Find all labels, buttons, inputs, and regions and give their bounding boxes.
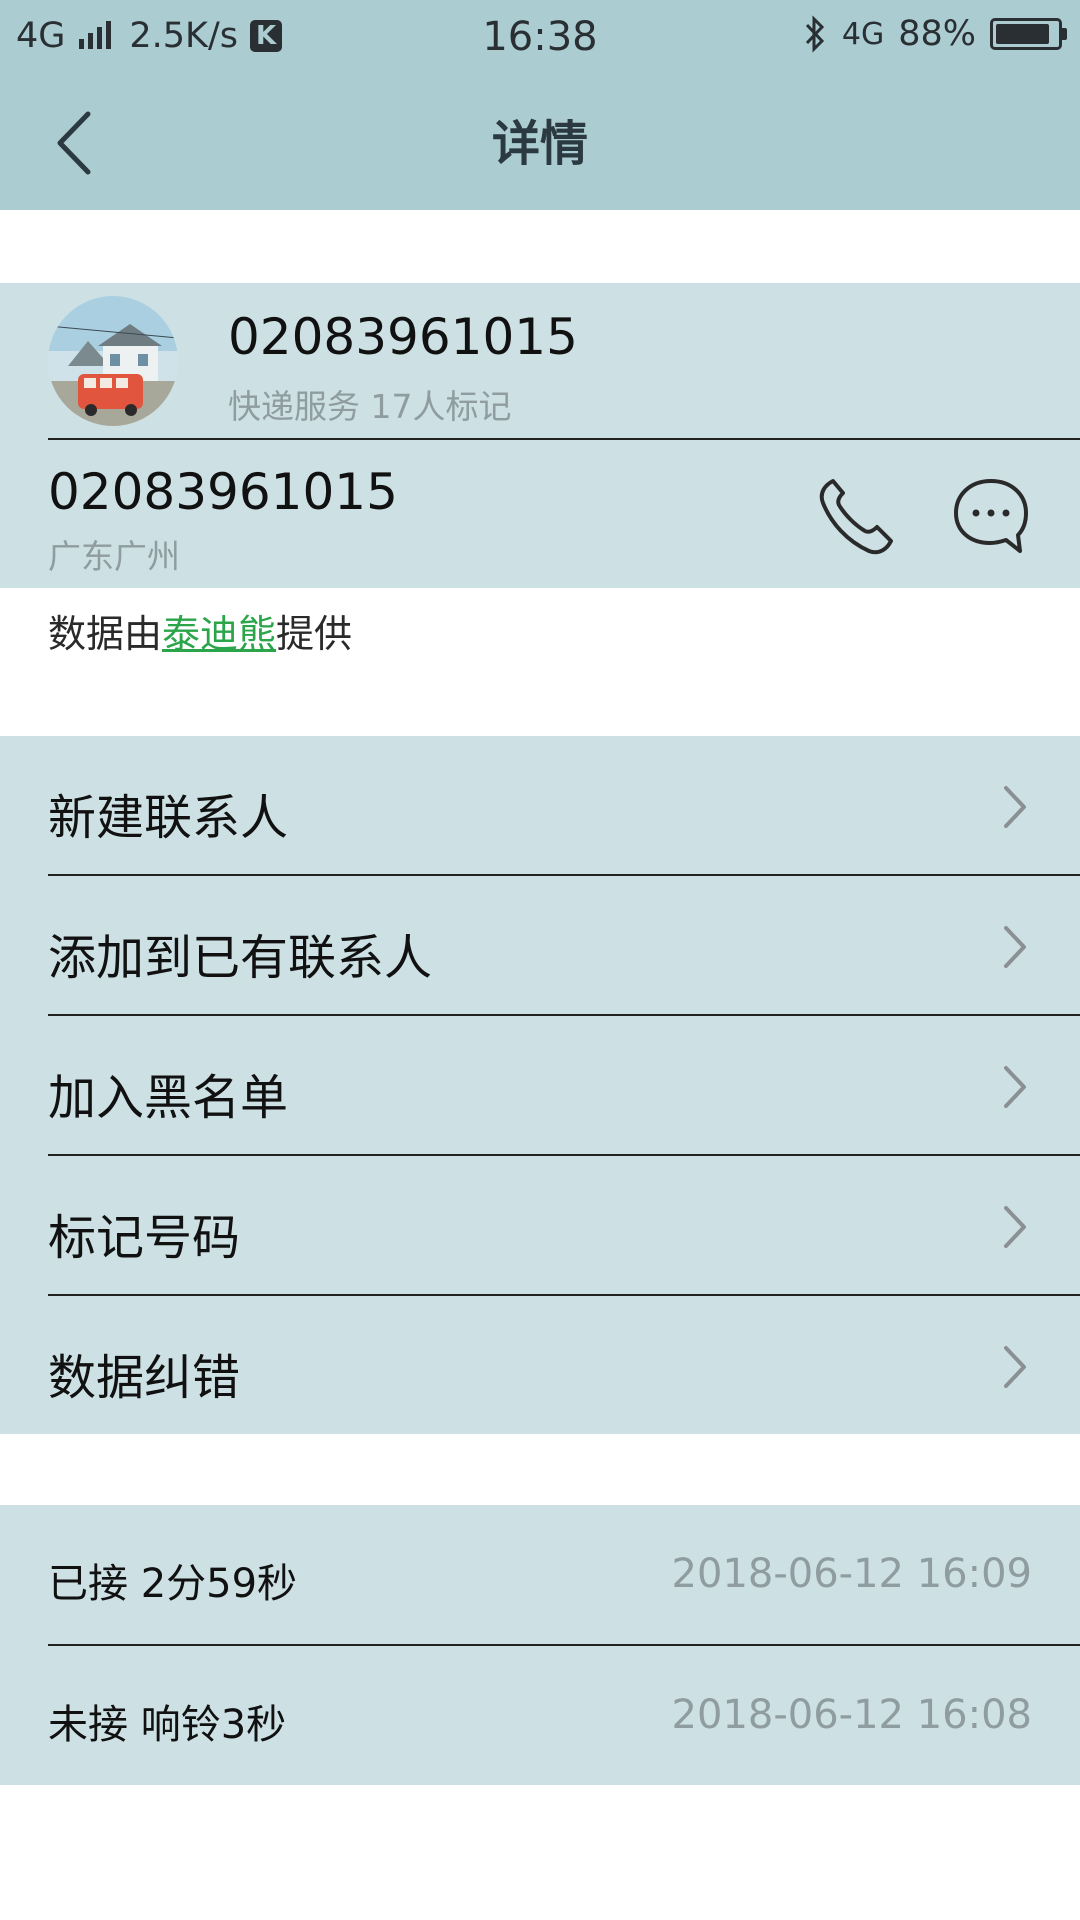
divider — [48, 438, 1080, 440]
call-status: 未接 响铃3秒 — [48, 1702, 287, 1748]
provider-suffix: 提供 — [276, 612, 353, 656]
call-log: 已接 2分59秒 2018-06-12 16:09 未接 响铃3秒 2018-0… — [0, 1505, 1080, 1785]
location: 广东广州 — [48, 537, 180, 576]
battery-percent: 88% — [898, 14, 976, 54]
menu-item-add-to-contact[interactable]: 添加到已有联系人 — [0, 876, 1080, 1015]
menu-item-blacklist[interactable]: 加入黑名单 — [0, 1016, 1080, 1155]
chevron-right-icon — [1004, 786, 1026, 828]
call-log-row[interactable]: 已接 2分59秒 2018-06-12 16:09 — [0, 1505, 1080, 1644]
phone-number[interactable]: 02083961015 — [48, 463, 398, 521]
menu-item-label: 加入黑名单 — [48, 1070, 289, 1126]
avatar[interactable] — [48, 296, 178, 426]
number-tag: 快递服务 17人标记 — [228, 387, 512, 426]
phone-icon[interactable] — [815, 475, 897, 557]
call-status: 已接 2分59秒 — [48, 1561, 298, 1607]
provider-link[interactable]: 泰迪熊 — [162, 612, 276, 656]
chevron-right-icon — [1004, 1066, 1026, 1108]
status-bar: 4G 2.5K/s K 16:38 4G 88% — [0, 0, 1080, 75]
menu-item-label: 添加到已有联系人 — [48, 930, 433, 986]
page-title: 详情 — [491, 116, 588, 172]
menu-item-label: 数据纠错 — [48, 1350, 241, 1406]
menu-item-label: 标记号码 — [48, 1210, 241, 1266]
call-log-row[interactable]: 未接 响铃3秒 2018-06-12 16:08 — [0, 1646, 1080, 1785]
battery-icon — [990, 18, 1067, 50]
action-menu: 新建联系人 添加到已有联系人 加入黑名单 标记号码 数据纠错 — [0, 736, 1080, 1434]
menu-item-data-correction[interactable]: 数据纠错 — [0, 1296, 1080, 1435]
provider-prefix: 数据由 — [48, 612, 163, 656]
battery-fill — [996, 24, 1049, 44]
data-provider-note: 数据由泰迪熊提供 — [48, 603, 352, 658]
chevron-right-icon — [1004, 926, 1026, 968]
chevron-right-icon — [1004, 1206, 1026, 1248]
menu-item-mark-number[interactable]: 标记号码 — [0, 1156, 1080, 1295]
message-bubble-icon[interactable] — [950, 475, 1032, 557]
contact-number: 02083961015 — [228, 308, 578, 366]
call-time: 2018-06-12 16:09 — [671, 1551, 1032, 1597]
network-label-right: 4G — [841, 16, 885, 52]
call-time: 2018-06-12 16:08 — [671, 1692, 1032, 1738]
chevron-right-icon — [1004, 1346, 1026, 1388]
menu-item-new-contact[interactable]: 新建联系人 — [0, 736, 1080, 875]
bluetooth-icon — [805, 15, 824, 53]
menu-item-label: 新建联系人 — [48, 790, 289, 846]
